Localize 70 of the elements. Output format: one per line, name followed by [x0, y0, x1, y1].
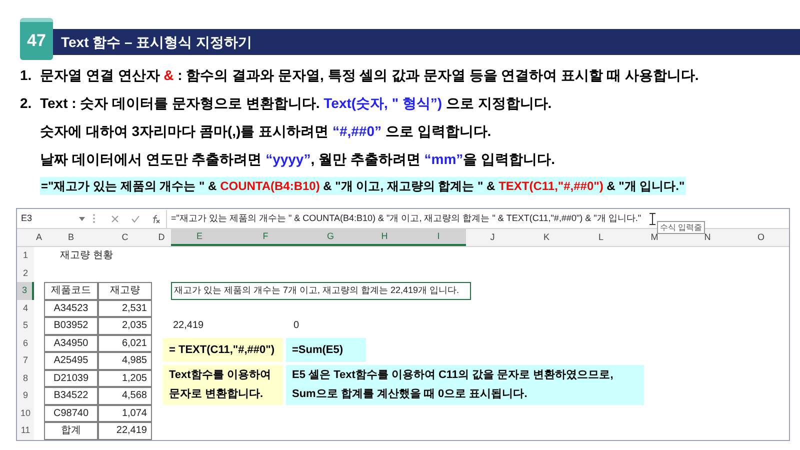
name-box[interactable]: E3 [17, 210, 79, 228]
row-header[interactable]: 11 [17, 422, 34, 440]
header-cell: 제품코드 [44, 282, 98, 300]
cancel-icon[interactable] [111, 214, 119, 222]
table-cell: 4,985 [98, 352, 152, 370]
function-icon[interactable] [151, 214, 161, 224]
note-text: =Sum(E5) [292, 342, 344, 358]
column-header[interactable]: B [44, 229, 98, 246]
table-cell: A34523 [44, 300, 98, 317]
chapter-badge: 47 [20, 18, 53, 60]
table-cell: 2,035 [98, 317, 152, 334]
table-cell-text: 22,419 [172, 319, 205, 334]
table-cell: 4,568 [98, 387, 152, 404]
note-text: 문자로 변환합니다. [169, 387, 264, 402]
point-text: 문자열 연결 연산자 & : 함수의 결과와 문자열, 특정 셀의 값과 문자열 등을 연결하여 표시할 때 사용합니다. [40, 66, 699, 84]
column-header[interactable]: O [734, 229, 788, 246]
row-header[interactable]: 8 [17, 370, 34, 387]
row-header[interactable]: 9 [17, 387, 34, 404]
column-header[interactable]: D [152, 229, 171, 246]
row-header[interactable]: 6 [17, 334, 34, 352]
table-cell: A25495 [44, 352, 98, 370]
column-header[interactable]: K [519, 229, 574, 246]
table-cell: A34950 [44, 334, 98, 352]
row-header[interactable]: 5 [17, 317, 34, 334]
column-header[interactable]: A [34, 229, 44, 246]
sheet-title: 재고량 현황 [60, 249, 113, 264]
point-text: 숫자에 대하여 3자리마다 콤마(,)를 표시하려면 “#,##0” 으로 입력합니다. [40, 122, 492, 141]
row-header[interactable]: 7 [17, 352, 34, 370]
point-text: 날짜 데이터에서 연도만 추출하려면 “yyyy”, 월만 추출하려면 “mm”을 입력합니다. [40, 150, 555, 169]
table-cell: C98740 [44, 404, 98, 422]
tooltip: 수식 입력줄 [657, 221, 706, 234]
formula-example: ="재고가 있는 제품의 개수는 " & COUNTA(B4:B10) & "개 이고, 재고량의 합계는 " & TEXT(C11,"#,##0") & "개 입니다." [40, 177, 686, 195]
row-header[interactable]: 2 [17, 264, 34, 282]
column-header[interactable]: E [171, 229, 228, 246]
check-icon[interactable] [131, 214, 140, 222]
column-header[interactable]: I [411, 229, 466, 246]
note-text: Sum으로 합계를 계산했을 때 0으로 표시됩니다. [292, 387, 528, 402]
point-text: Text : 숫자 데이터를 문자형으로 변환합니다. Text(숫자, " 형식”) 으로 지정합니다. [40, 94, 552, 113]
column-header[interactable]: H [358, 229, 411, 246]
drag-handle-icon [93, 214, 95, 223]
note-text: E5 셀은 Text함수를 이용하여 C11의 값을 문자로 변환하였으므로, [292, 368, 614, 383]
column-header[interactable]: G [303, 229, 358, 246]
note-text: = TEXT(C11,"#,##0") [169, 342, 276, 358]
table-cell: 2,531 [98, 300, 152, 317]
text-cursor-icon [649, 212, 656, 224]
column-header[interactable]: J [466, 229, 519, 246]
list-marker: 2. [20, 94, 33, 112]
row-header[interactable]: 4 [17, 300, 34, 317]
note-text: Text함수를 이용하여 [169, 368, 272, 383]
title-bar: Text 함수 – 표시형식 지정하기 [53, 29, 800, 55]
table-cell: 6,021 [98, 334, 152, 352]
table-cell: B03952 [44, 317, 98, 334]
table-cell: 1,074 [98, 404, 152, 422]
column-header[interactable]: C [98, 229, 152, 246]
column-header[interactable]: F [228, 229, 303, 246]
table-cell-text: 0 [292, 319, 300, 334]
header-cell: 재고량 [98, 282, 152, 300]
table-cell: 합계 [44, 422, 98, 440]
list-marker: 1. [20, 66, 33, 84]
table-cell: B34522 [44, 387, 98, 404]
row-header[interactable]: 1 [17, 247, 34, 264]
table-cell: 22,419 [98, 422, 152, 440]
table-cell: D21039 [44, 370, 98, 387]
table-cell: 1,205 [98, 370, 152, 387]
dropdown-caret-icon[interactable] [79, 216, 85, 220]
result-cell[interactable]: 재고가 있는 제품의 개수는 7개 이고, 재고량의 합계는 22,419개 입니다. [171, 282, 471, 300]
row-header[interactable]: 3 [17, 282, 34, 300]
column-header[interactable]: L [574, 229, 628, 246]
formula-field[interactable]: ="재고가 있는 제품의 개수는 " & COUNTA(B4:B10) & "개 이고, 재고량의 합계는 " & TEXT(C11,"#,##0") & "개 입니다." [166, 210, 642, 228]
row-header[interactable]: 10 [17, 404, 34, 422]
